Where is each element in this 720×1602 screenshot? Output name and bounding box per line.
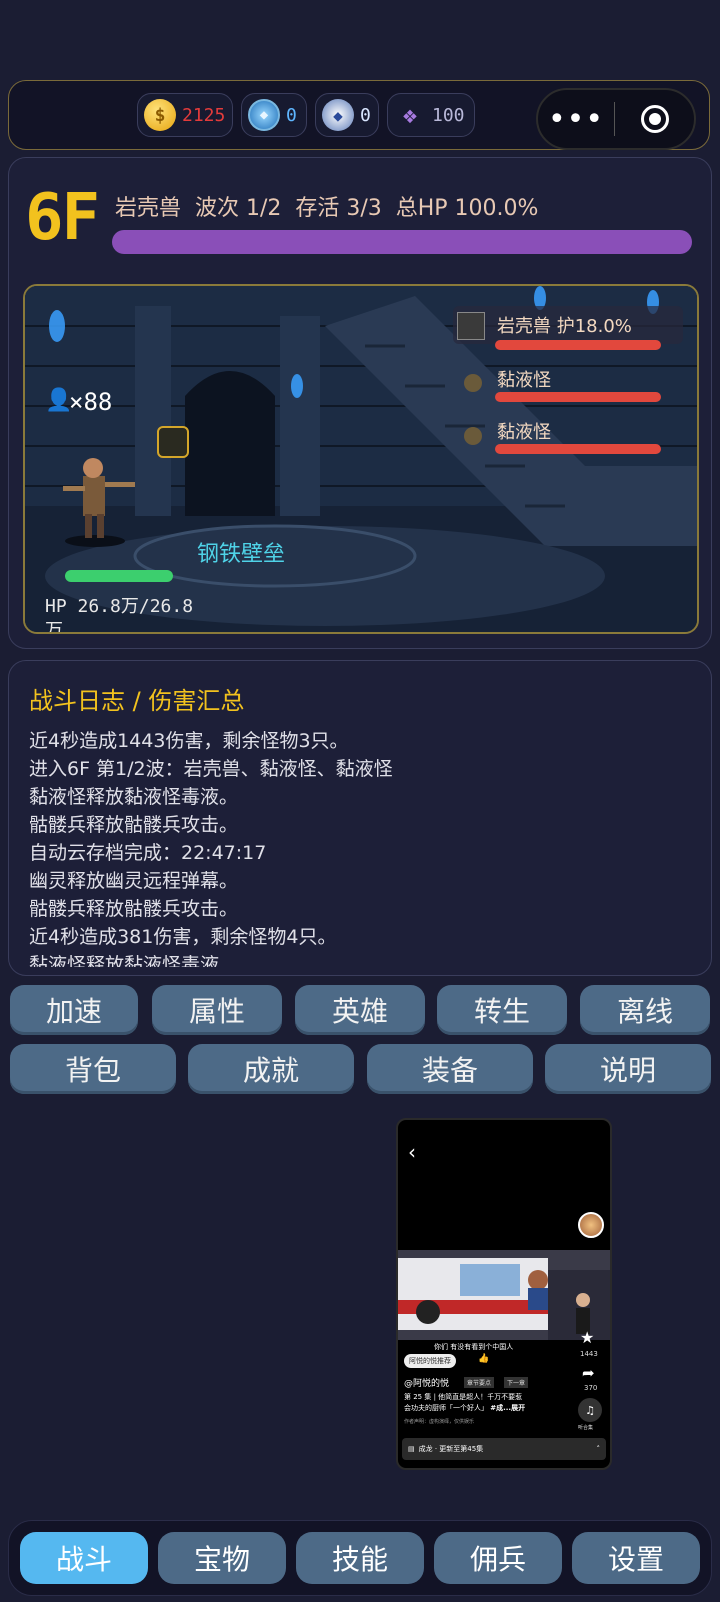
crystal-value: 100 [432,104,465,126]
tab-skills[interactable]: 技能 [296,1532,424,1584]
video-frame [398,1250,610,1340]
log-line: 骷髅兵释放骷髅兵攻击。 [29,898,239,920]
instructions-button[interactable]: 说明 [545,1044,711,1094]
channel-pill[interactable]: 阿悦的悦推荐 [404,1354,456,1368]
backpack-button[interactable]: 背包 [10,1044,176,1094]
video-caption: 你们 有没有看到个中国人 [434,1343,514,1351]
series-label: 成龙 · 更新至第45集 [418,1445,484,1453]
equipment-button[interactable]: 装备 [367,1044,533,1094]
chevron-up-icon[interactable]: ˄ [597,1445,601,1453]
speed-up-button[interactable]: 加速 [10,985,138,1035]
enemy-hp-bar-2 [495,392,661,402]
tab-settings[interactable]: 设置 [572,1532,700,1584]
target-marker-icon[interactable] [157,426,189,458]
log-line: 进入6F 第1/2波：岩壳兽、黏液怪、黏液怪 [29,758,393,780]
listen-button[interactable]: ♫ [578,1398,602,1422]
offline-button[interactable]: 离线 [580,985,710,1035]
listen-label: 听合集 [578,1425,594,1431]
author-name[interactable]: @阿悦的悦 [404,1376,449,1389]
layers-icon: ▤ [408,1445,415,1453]
log-line: 黏液怪释放黏液怪毒液 [29,954,220,967]
hero-hp-fill [65,570,173,582]
headphones-icon: ♫ [585,1403,595,1417]
purple-crystal-icon: ❖ [402,101,418,129]
tab-treasure[interactable]: 宝物 [158,1532,286,1584]
total-hp-bar [112,230,692,254]
attributes-button[interactable]: 属性 [152,985,282,1035]
party-count: ×88 [69,388,113,416]
channel-name: 阿悦的悦推荐 [409,1357,451,1365]
more-menu-button[interactable]: ••• [538,102,614,137]
skill-name: 钢铁壁垒 [197,542,286,567]
desc-line-2: 会功夫的厨师「一个好人」 #成...展开 [404,1403,570,1414]
battle-log-panel: 战斗日志 / 伤害汇总 近4秒造成1443伤害，剩余怪物3只。 进入6F 第1/… [8,660,712,976]
author-avatar[interactable] [578,1212,604,1238]
chapter-button[interactable]: 章节要点 [464,1377,495,1388]
floor-label: 6F [25,181,100,255]
like-count: 1443 [580,1350,598,1358]
battle-scene: 👤 ×88 钢铁壁垒 HP 26.8万/26.8 万 岩壳兽 护18.0% 黏液… [23,284,699,634]
enemy-portrait-icon [457,312,485,340]
wave-stats: 岩壳兽 波次 1/2 存活 3/3 总HP 100.0% [115,196,539,221]
desc-line-2-text: 会功夫的厨师「一个好人」 [404,1404,488,1412]
log-line: 幽灵释放幽灵远程弹幕。 [29,870,239,892]
share-icon[interactable]: ➦ [582,1364,595,1382]
close-mini-program-button[interactable] [615,105,694,133]
series-bar[interactable]: ▤ 成龙 · 更新至第45集 ˄ [402,1438,606,1460]
blue-gem-value: 0 [286,104,297,126]
back-icon[interactable]: ‹ [408,1140,416,1164]
diamond-counter: ◆ 0 [315,93,379,137]
blue-gem-counter: ◆ 0 [241,93,307,137]
hero-hp-text: HP 26.8万/26.8 [45,596,194,617]
tab-battle[interactable]: 战斗 [20,1532,148,1584]
log-line: 自动云存档完成：22:47:17 [29,842,267,864]
hero-hp-bar [65,570,173,582]
desc-expand[interactable]: #成...展开 [490,1404,525,1412]
enemy-name-2: 黏液怪 [497,370,551,391]
star-icon[interactable]: ★ [580,1328,594,1347]
disclaimer: 作者声明：虚构演绎，仅供娱乐 [404,1419,475,1425]
hero-hp-text-wrap: 万 [45,620,63,634]
heroes-button[interactable]: 英雄 [295,985,425,1035]
log-line: 骷髅兵释放骷髅兵攻击。 [29,814,239,836]
gold-counter: $ 2125 [137,93,233,137]
desc-line-1: 第 25 集 | 他简直是超人！千万不要惹 [404,1393,523,1401]
video-description: 第 25 集 | 他简直是超人！千万不要惹 会功夫的厨师「一个好人」 #成...… [404,1392,570,1414]
enemy-hp-bar-3 [495,444,661,454]
mini-program-capsule: ••• [536,88,696,150]
blue-gem-icon: ◆ [248,99,280,131]
enemy-name-3: 黏液怪 [497,422,551,443]
log-line: 近4秒造成1443伤害，剩余怪物3只。 [29,730,349,752]
next-chapter-button[interactable]: 下一章 [504,1377,529,1388]
battle-panel: 6F 岩壳兽 波次 1/2 存活 3/3 总HP 100.0% 👤 ×88 钢铁… [8,157,712,649]
target-icon [640,105,669,133]
log-list[interactable]: 近4秒造成1443伤害，剩余怪物3只。 进入6F 第1/2波：岩壳兽、黏液怪、黏… [29,727,699,967]
crystal-counter: ❖ 100 [387,93,475,137]
achievements-button[interactable]: 成就 [188,1044,354,1094]
rebirth-button[interactable]: 转生 [437,985,567,1035]
log-line: 近4秒造成381伤害，剩余怪物4只。 [29,926,337,948]
diamond-icon: ◆ [322,99,354,131]
enemy-name-1: 岩壳兽 护18.0% [497,316,632,337]
enemy-hp-bar-1 [495,340,661,350]
log-title: 战斗日志 / 伤害汇总 [29,687,245,715]
gold-value: 2125 [182,104,226,126]
log-line: 黏液怪释放黏液怪毒液。 [29,786,239,808]
thumbs-up-icon[interactable]: 👍 [478,1354,489,1364]
diamond-value: 0 [360,104,371,126]
gold-coin-icon: $ [144,99,176,131]
video-ad[interactable]: ‹ 你们 有没有看到个中国人 ★ 1443 ➦ 370 ♫ 听合集 阿悦的悦推荐… [396,1118,612,1470]
tab-mercenaries[interactable]: 佣兵 [434,1532,562,1584]
share-count: 370 [584,1384,598,1392]
bottom-nav: 战斗 宝物 技能 佣兵 设置 [8,1520,712,1596]
